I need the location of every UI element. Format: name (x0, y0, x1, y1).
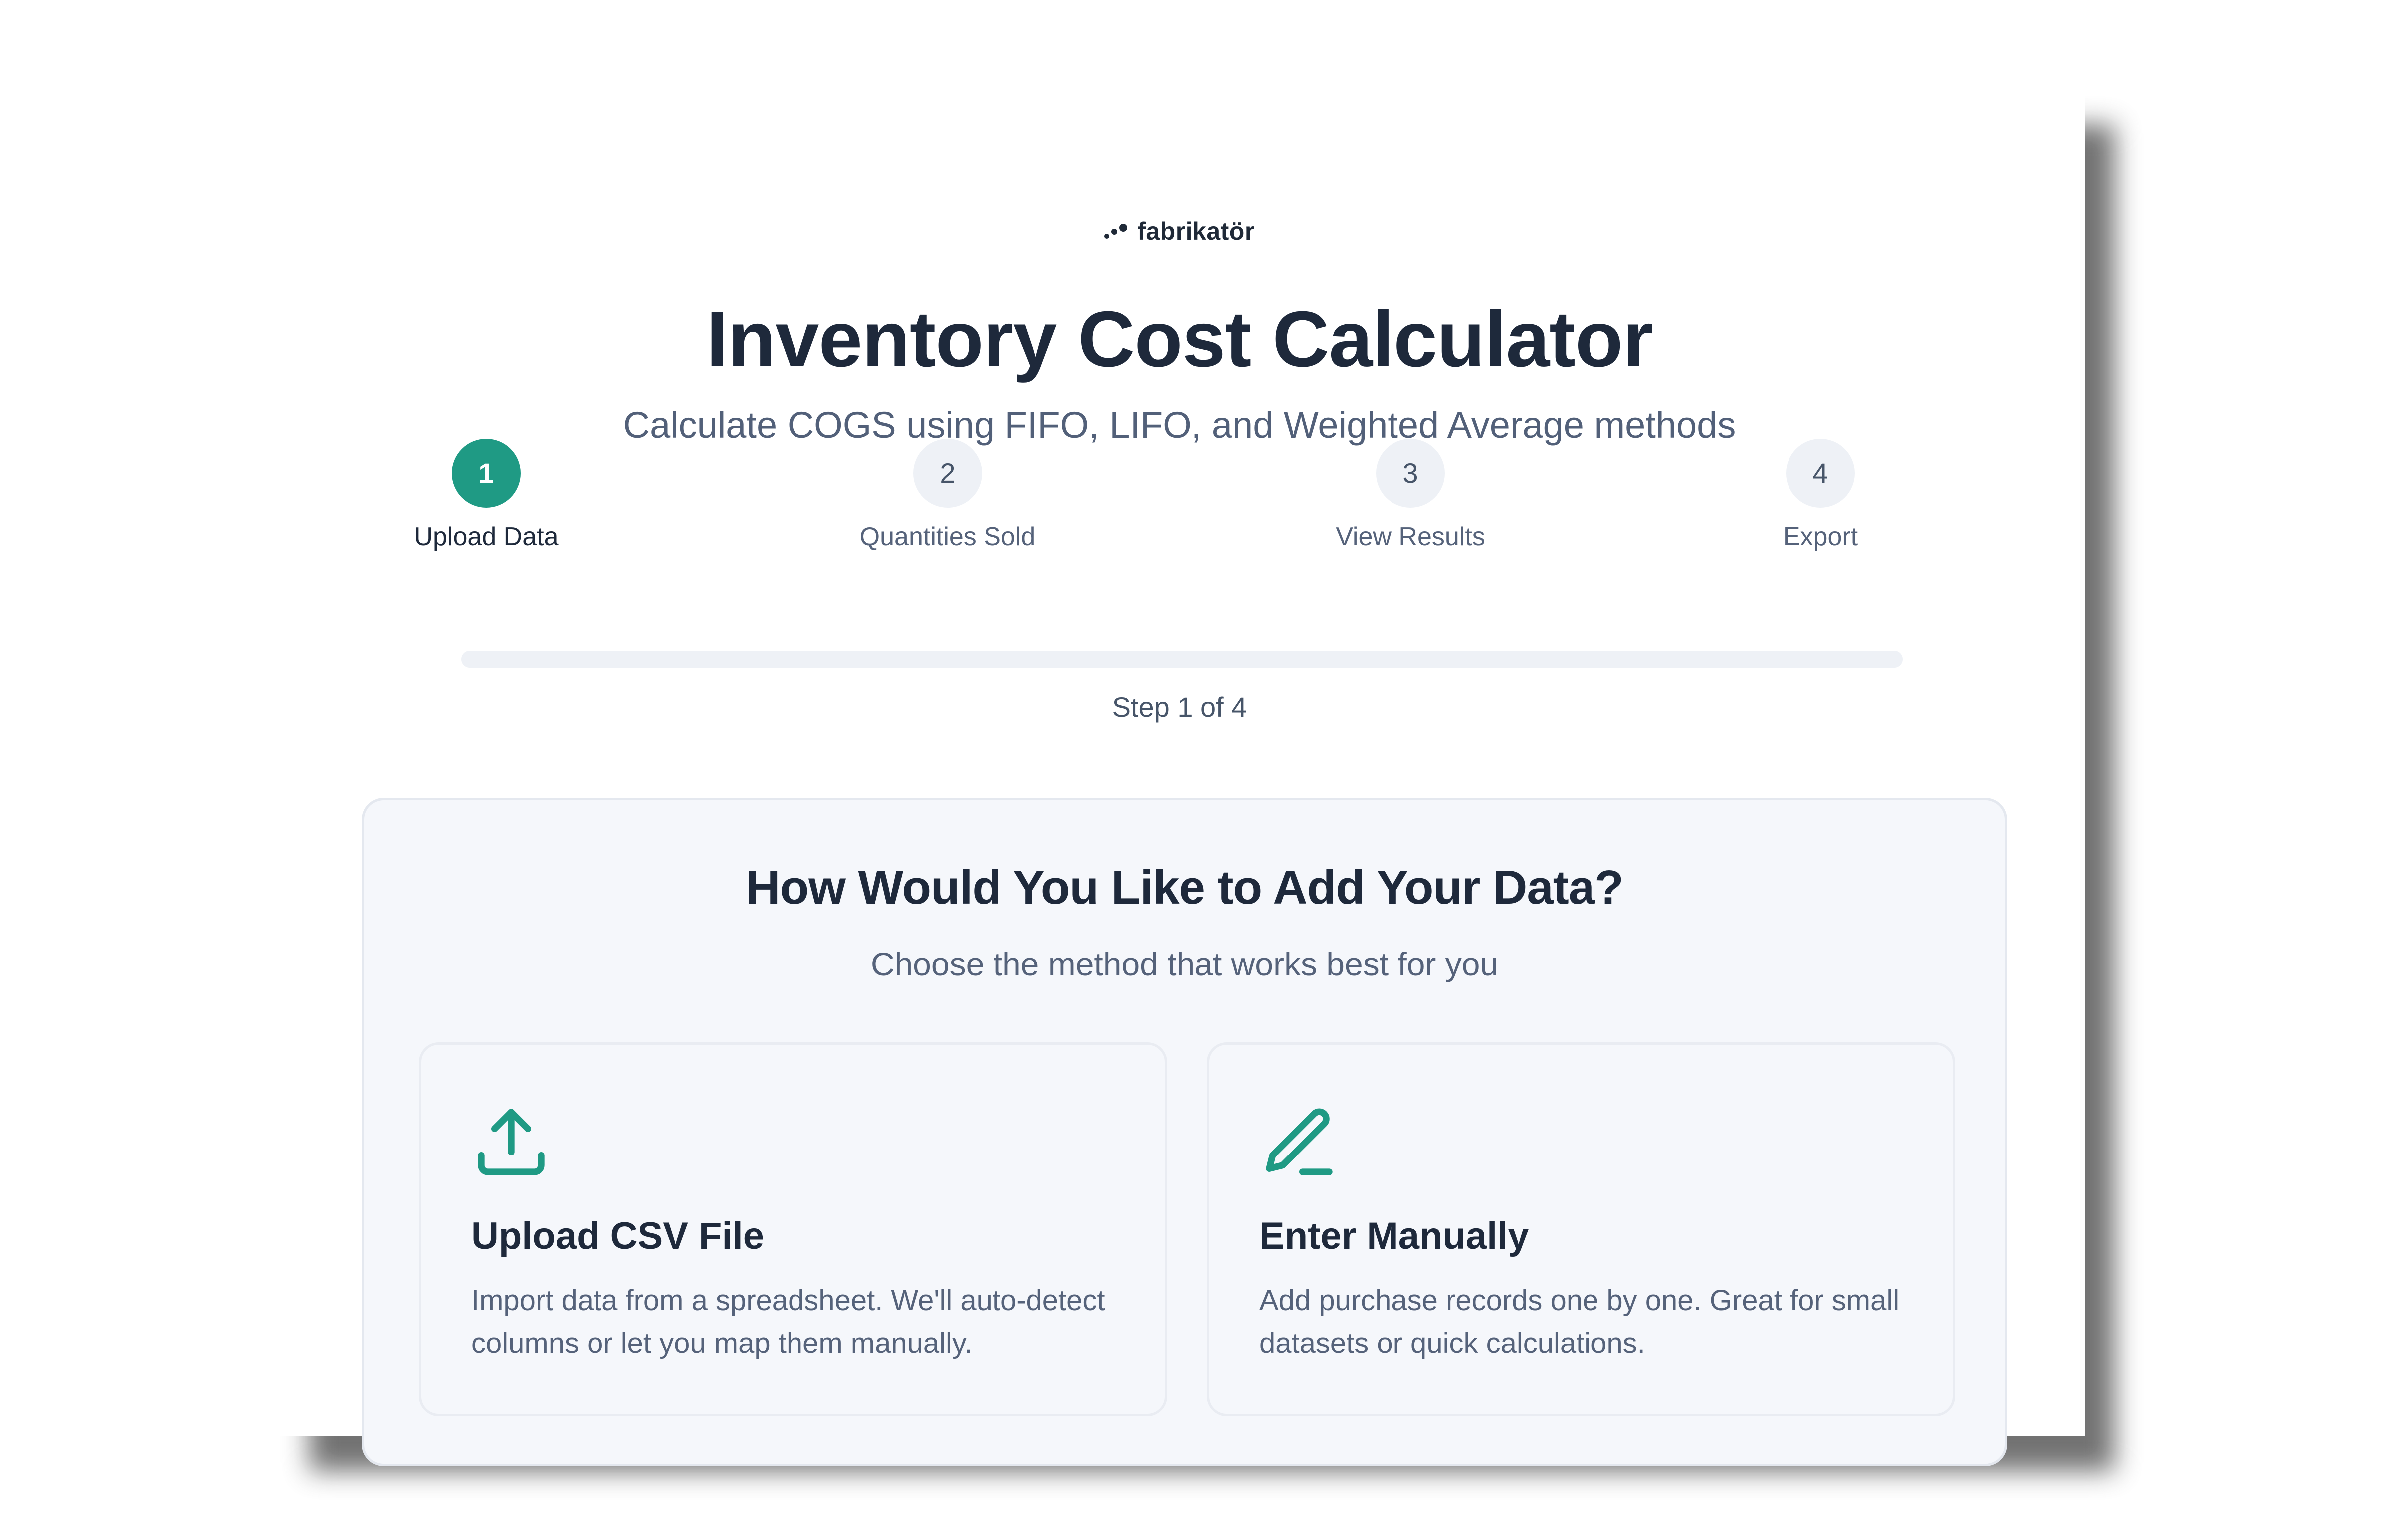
logo-dots-icon (1104, 223, 1130, 242)
panel-subtitle: Choose the method that works best for yo… (870, 946, 1499, 982)
step-label: View Results (1336, 522, 1485, 551)
step-count: Step 1 of 4 (1112, 691, 1247, 723)
step-label: Quantities Sold (859, 522, 1036, 551)
step-number-badge: 4 (1786, 439, 1855, 508)
option-title: Enter Manually (1259, 1215, 1529, 1257)
step-view-results[interactable]: 3 View Results (1261, 439, 1560, 552)
upload-icon (478, 1109, 545, 1175)
progress-bar (461, 651, 1903, 668)
step-label: Export (1783, 522, 1858, 551)
step-quantities-sold[interactable]: 2 Quantities Sold (798, 439, 1097, 552)
data-method-panel: How Would You Like to Add Your Data? Cho… (362, 798, 2007, 1466)
option-description: Add purchase records one by one. Great f… (1259, 1284, 1900, 1359)
step-number-badge: 3 (1376, 439, 1445, 508)
pencil-icon (1266, 1108, 1333, 1175)
step-number-badge: 2 (913, 439, 982, 508)
step-number-badge: 1 (452, 439, 521, 508)
step-upload-data[interactable]: 1 Upload Data (337, 439, 636, 552)
app-window: fabrikatör Inventory Cost Calculator Cal… (274, 90, 2085, 1466)
option-title: Upload CSV File (471, 1215, 764, 1257)
page-title: Inventory Cost Calculator (706, 295, 1653, 383)
brand-logo: fabrikatör (274, 217, 2085, 246)
enter-manually-option[interactable]: Enter Manually Add purchase records one … (1207, 1042, 1955, 1416)
option-description: Import data from a spreadsheet. We'll au… (471, 1284, 1105, 1359)
brand-name: fabrikatör (1137, 217, 1255, 245)
upload-csv-option[interactable]: Upload CSV File Import data from a sprea… (419, 1042, 1167, 1416)
panel-title: How Would You Like to Add Your Data? (746, 861, 1624, 914)
step-export[interactable]: 4 Export (1671, 439, 1970, 552)
step-label: Upload Data (414, 522, 559, 551)
